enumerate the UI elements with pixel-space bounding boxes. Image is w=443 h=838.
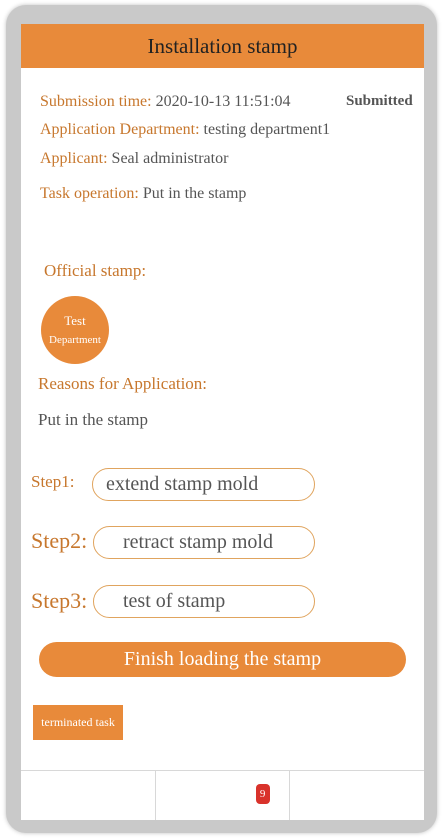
- page-header: Installation stamp: [21, 24, 424, 68]
- bottom-tab-bar: 9: [21, 770, 424, 820]
- extend-stamp-mold-button[interactable]: extend stamp mold: [92, 468, 315, 501]
- submission-time-value: 2020-10-13 11:51:04: [155, 93, 291, 110]
- submission-time-label: Submission time:: [40, 93, 152, 110]
- status-badge: Submitted: [346, 93, 413, 109]
- seal-text-line1: Test: [64, 313, 86, 328]
- terminate-task-button[interactable]: terminated task: [33, 705, 123, 740]
- department-label: Application Department:: [40, 121, 200, 138]
- seal-text-line2: Department: [49, 334, 101, 346]
- step2-label: Step2:: [31, 528, 88, 553]
- step1-label: Step1:: [31, 472, 75, 491]
- official-stamp-label: Official stamp:: [44, 261, 147, 280]
- retract-stamp-mold-button[interactable]: retract stamp mold: [93, 526, 315, 559]
- applicant-row: Applicant: Seal administrator: [40, 150, 228, 168]
- page-title: Installation stamp: [147, 33, 298, 58]
- task-operation-row: Task operation: Put in the stamp: [40, 185, 246, 203]
- reasons-value: Put in the stamp: [38, 410, 149, 429]
- step3-label: Step3:: [31, 588, 88, 613]
- submission-time-row: Submission time: 2020-10-13 11:51:04: [40, 93, 291, 111]
- seal-image: Test Department: [41, 296, 109, 364]
- task-operation-label: Task operation:: [40, 185, 139, 202]
- applicant-value: Seal administrator: [111, 150, 229, 167]
- task-operation-value: Put in the stamp: [142, 185, 247, 202]
- reasons-label: Reasons for Application:: [38, 374, 208, 393]
- tab-2[interactable]: 9: [156, 771, 291, 820]
- app-screen: Installation stamp Submitted Submission …: [21, 24, 424, 820]
- applicant-label: Applicant:: [40, 150, 108, 167]
- department-value: testing department1: [203, 121, 331, 138]
- finish-loading-button[interactable]: Finish loading the stamp: [39, 642, 406, 677]
- notification-badge: 9: [255, 784, 270, 804]
- tab-3[interactable]: [290, 771, 424, 820]
- test-of-stamp-button[interactable]: test of stamp: [93, 585, 315, 618]
- tab-1[interactable]: [21, 771, 156, 820]
- department-row: Application Department: testing departme…: [40, 121, 330, 139]
